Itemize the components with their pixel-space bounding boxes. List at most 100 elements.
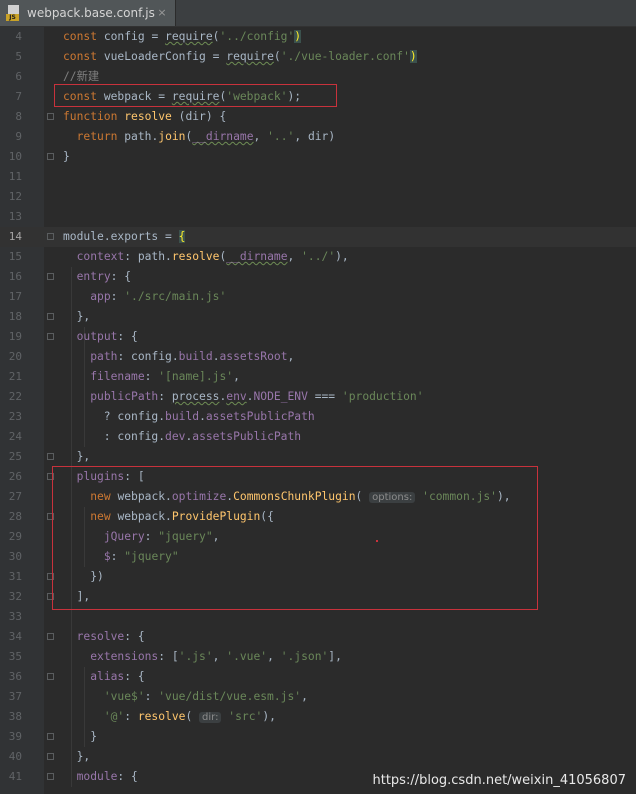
line-number: 34 — [8, 630, 22, 643]
code-line[interactable]: 36 alias: { — [0, 667, 636, 687]
line-number: 7 — [15, 90, 22, 103]
line-number: 38 — [8, 710, 22, 723]
line-number: 21 — [8, 370, 22, 383]
fold-icon[interactable] — [47, 733, 54, 740]
code-line-current[interactable]: 14 module.exports = { — [0, 227, 636, 247]
code-line[interactable]: 35 extensions: ['.js', '.vue', '.json'], — [0, 647, 636, 667]
fold-icon[interactable] — [47, 633, 54, 640]
fold-icon[interactable] — [47, 753, 54, 760]
line-number: 22 — [8, 390, 22, 403]
line-code: publicPath: process.env.NODE_ENV === 'pr… — [90, 390, 424, 403]
fold-icon[interactable] — [47, 313, 54, 320]
code-line[interactable]: 12 — [0, 187, 636, 207]
code-line[interactable]: 5 const vueLoaderConfig = require('./vue… — [0, 47, 636, 67]
code-line[interactable]: 15 context: path.resolve(__dirname, '../… — [0, 247, 636, 267]
annotation-dot — [376, 540, 378, 542]
fold-icon[interactable] — [47, 273, 54, 280]
line-number: 20 — [8, 350, 22, 363]
code-line[interactable]: 25 }, — [0, 447, 636, 467]
fold-icon[interactable] — [47, 673, 54, 680]
line-number: 31 — [8, 570, 22, 583]
fold-icon[interactable] — [47, 333, 54, 340]
line-code: filename: '[name].js', — [90, 370, 240, 383]
line-code: : config.dev.assetsPublicPath — [63, 430, 302, 443]
line-number: 15 — [8, 250, 22, 263]
line-code: }, — [63, 750, 91, 763]
code-line[interactable]: 11 — [0, 167, 636, 187]
file-tab-label: webpack.base.conf.js — [27, 6, 155, 20]
code-line[interactable]: 37 'vue$': 'vue/dist/vue.esm.js', — [0, 687, 636, 707]
line-number: 37 — [8, 690, 22, 703]
fold-icon[interactable] — [47, 773, 54, 780]
code-line[interactable]: 23 ? config.build.assetsPublicPath — [0, 407, 636, 427]
line-code: ? config.build.assetsPublicPath — [63, 410, 315, 423]
line-number: 25 — [8, 450, 22, 463]
line-number: 28 — [8, 510, 22, 523]
code-line[interactable]: 20 path: config.build.assetsRoot, — [0, 347, 636, 367]
line-number: 30 — [8, 550, 22, 563]
line-number: 19 — [8, 330, 22, 343]
code-line[interactable]: 33 — [0, 607, 636, 627]
line-number: 9 — [15, 130, 22, 143]
line-code: module.exports = { — [63, 230, 186, 243]
code-line[interactable]: 22 publicPath: process.env.NODE_ENV === … — [0, 387, 636, 407]
line-number: 26 — [8, 470, 22, 483]
fold-icon[interactable] — [47, 453, 54, 460]
line-number: 6 — [15, 70, 22, 83]
code-line[interactable]: 34 resolve: { — [0, 627, 636, 647]
code-line[interactable]: 13 — [0, 207, 636, 227]
code-line[interactable]: 10 } — [0, 147, 636, 167]
code-line[interactable]: 39 } — [0, 727, 636, 747]
highlight-box-plugins — [52, 466, 538, 610]
line-number: 40 — [8, 750, 22, 763]
line-number: 10 — [8, 150, 22, 163]
line-number: 41 — [8, 770, 22, 783]
code-line[interactable]: 21 filename: '[name].js', — [0, 367, 636, 387]
fold-icon[interactable] — [47, 153, 54, 160]
line-number: 29 — [8, 530, 22, 543]
line-code: output: { — [76, 330, 138, 343]
fold-icon[interactable] — [47, 113, 54, 120]
line-number: 14 — [8, 230, 22, 243]
line-number: 24 — [8, 430, 22, 443]
code-line[interactable]: 8 function resolve (dir) { — [0, 107, 636, 127]
line-code: context: path.resolve(__dirname, '../'), — [76, 250, 349, 263]
line-number: 39 — [8, 730, 22, 743]
close-tab-icon[interactable]: × — [155, 6, 169, 20]
code-line[interactable]: 18 }, — [0, 307, 636, 327]
line-number: 17 — [8, 290, 22, 303]
code-editor[interactable]: 4 const config = require('../config') 5 … — [0, 27, 636, 794]
code-line[interactable]: 38 '@': resolve( dir: 'src'), — [0, 707, 636, 727]
parameter-hint: dir: — [199, 712, 222, 723]
code-line[interactable]: 40 }, — [0, 747, 636, 767]
line-number: 4 — [15, 30, 22, 43]
line-code: 'vue$': 'vue/dist/vue.esm.js', — [103, 690, 308, 703]
code-line[interactable]: 9 return path.join(__dirname, '..', dir) — [0, 127, 636, 147]
line-code: app: './src/main.js' — [90, 290, 227, 303]
line-code: extensions: ['.js', '.vue', '.json'], — [90, 650, 342, 663]
line-code: const config = require('../config') — [63, 30, 302, 43]
code-line[interactable]: 17 app: './src/main.js' — [0, 287, 636, 307]
line-code: path: config.build.assetsRoot, — [90, 350, 295, 363]
line-code: const vueLoaderConfig = require('./vue-l… — [63, 50, 417, 63]
line-number: 18 — [8, 310, 22, 323]
line-number: 23 — [8, 410, 22, 423]
code-line[interactable]: 19 output: { — [0, 327, 636, 347]
line-number: 13 — [8, 210, 22, 223]
line-code: entry: { — [76, 270, 132, 283]
highlight-box-webpack-require — [54, 84, 337, 107]
line-code: } — [63, 730, 98, 743]
line-number: 35 — [8, 650, 22, 663]
code-line[interactable]: 24 : config.dev.assetsPublicPath — [0, 427, 636, 447]
line-number: 32 — [8, 590, 22, 603]
code-line[interactable]: 16 entry: { — [0, 267, 636, 287]
line-number: 36 — [8, 670, 22, 683]
js-file-icon: JS — [6, 5, 20, 21]
file-tab[interactable]: JS webpack.base.conf.js × — [0, 0, 176, 26]
line-code: '@': resolve( dir: 'src'), — [103, 710, 276, 723]
line-code: return path.join(__dirname, '..', dir) — [76, 130, 336, 143]
code-line[interactable]: 4 const config = require('../config') — [0, 27, 636, 47]
fold-icon[interactable] — [47, 233, 54, 240]
line-number: 8 — [15, 110, 22, 123]
editor-tab-bar: JS webpack.base.conf.js × — [0, 0, 636, 27]
